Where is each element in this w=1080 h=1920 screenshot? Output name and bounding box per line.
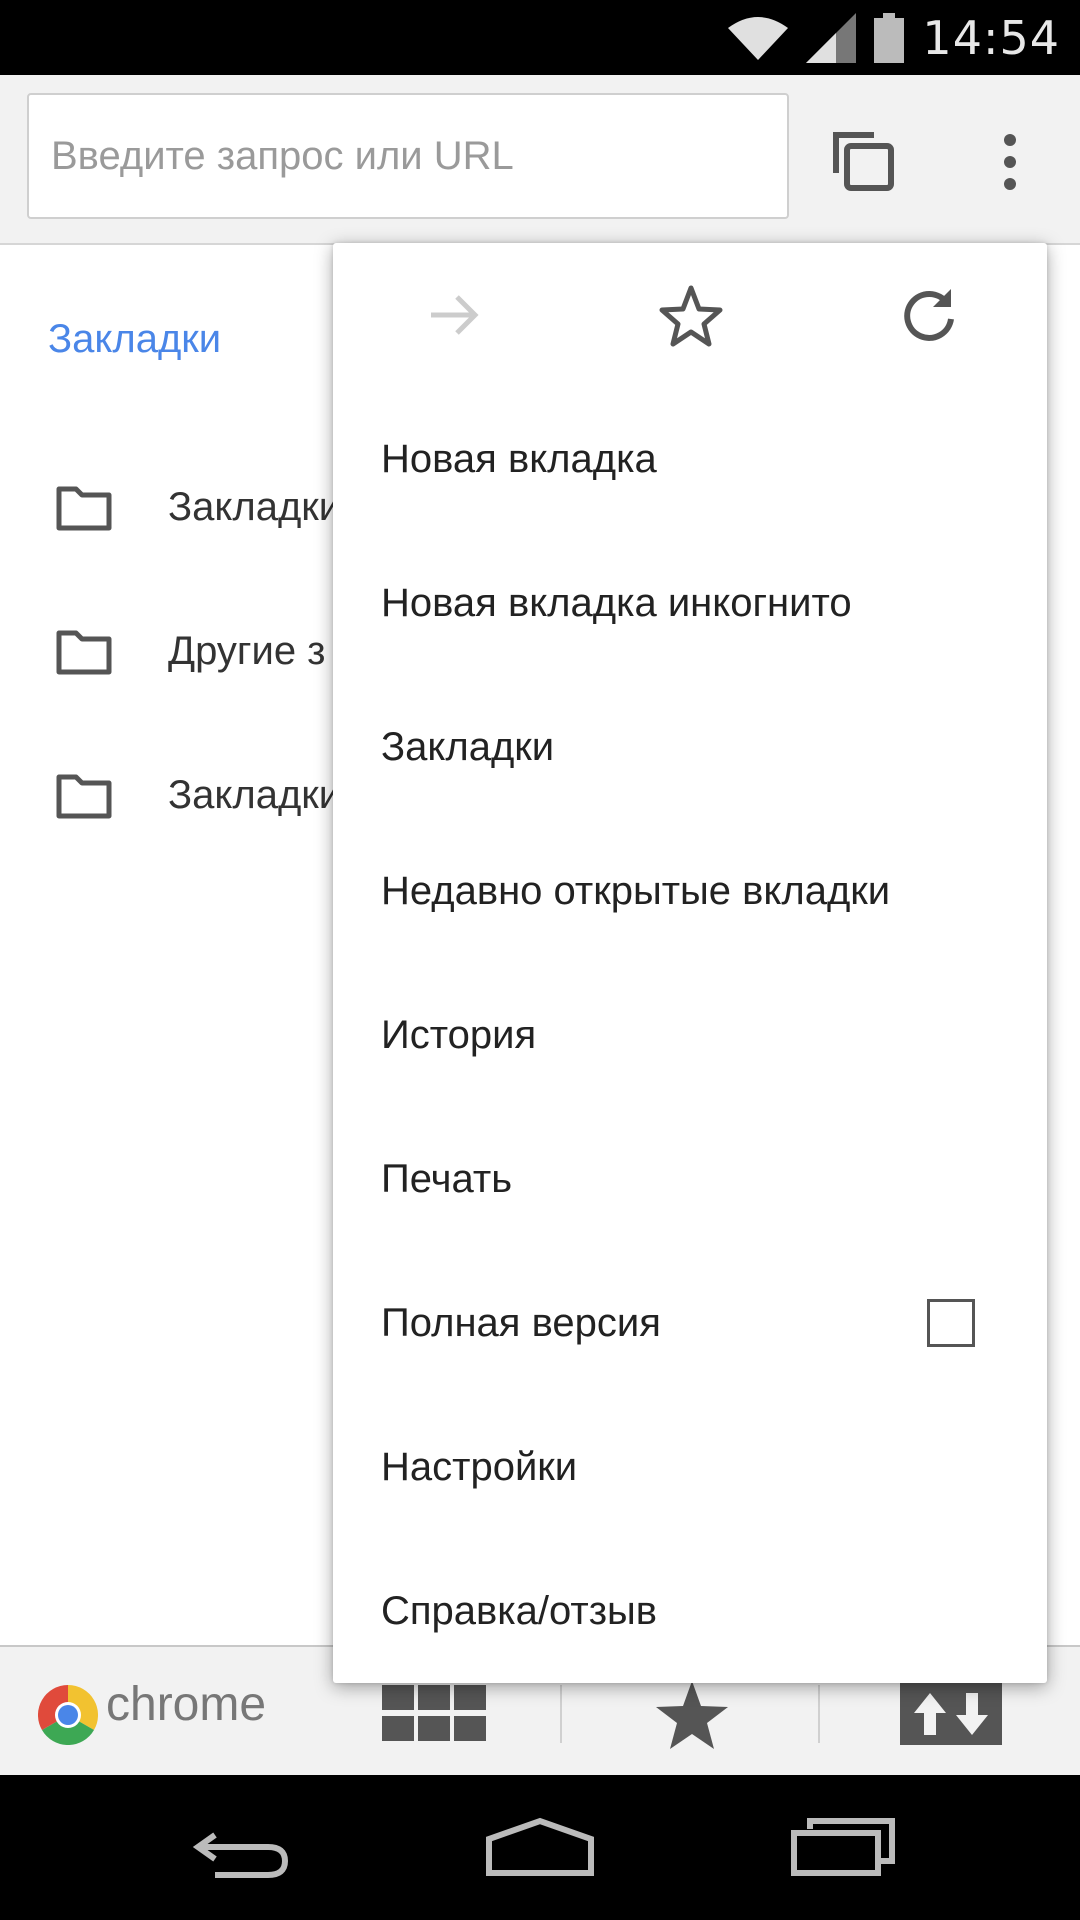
reload-icon[interactable] <box>899 285 959 345</box>
bookmark-folder-label: Закладки <box>168 772 342 817</box>
folder-icon <box>56 630 112 675</box>
menu-item-desktop-version[interactable]: Полная версия <box>333 1251 1047 1395</box>
menu-item-print[interactable]: Печать <box>333 1107 1047 1251</box>
clock: 14:54 <box>922 10 1060 65</box>
folder-icon <box>56 774 112 819</box>
chrome-logo-icon <box>38 1685 98 1745</box>
recent-apps-icon[interactable] <box>790 1817 896 1877</box>
menu-item-label: Справка/отзыв <box>381 1588 658 1633</box>
menu-item-help-feedback[interactable]: Справка/отзыв <box>333 1539 1047 1683</box>
bookmark-folder-label: Закладки <box>168 484 342 529</box>
menu-item-history[interactable]: История <box>333 963 1047 1107</box>
signal-icon <box>806 12 857 63</box>
menu-item-label: Недавно открытые вкладки <box>381 868 891 913</box>
menu-item-settings[interactable]: Настройки <box>333 1395 1047 1539</box>
search-input[interactable] <box>49 132 787 180</box>
omnibox[interactable] <box>27 93 789 219</box>
most-visited-grid-icon[interactable] <box>382 1685 486 1743</box>
overflow-menu-icon[interactable] <box>980 127 1040 197</box>
menu-item-label: Новая вкладка <box>381 436 657 481</box>
forward-icon[interactable] <box>425 285 485 345</box>
bookmarks-star-icon[interactable] <box>656 1681 728 1749</box>
menu-item-bookmarks[interactable]: Закладки <box>333 675 1047 819</box>
overflow-menu: Новая вкладка Новая вкладка инкогнито За… <box>333 243 1047 1683</box>
bookmark-star-icon[interactable] <box>659 285 723 347</box>
menu-item-new-tab[interactable]: Новая вкладка <box>333 387 1047 531</box>
system-nav-bar <box>0 1775 1080 1920</box>
bookmark-folder-label: Другие з <box>168 628 326 673</box>
battery-icon <box>874 12 905 63</box>
back-icon[interactable] <box>190 1825 290 1880</box>
menu-item-recent-tabs[interactable]: Недавно открытые вкладки <box>333 819 1047 963</box>
divider <box>560 1685 562 1743</box>
browser-toolbar <box>0 75 1080 245</box>
desktop-version-checkbox[interactable] <box>927 1299 975 1347</box>
menu-item-label: Новая вкладка инкогнито <box>381 580 852 625</box>
tab-switcher-icon[interactable] <box>830 127 900 197</box>
menu-icon-row <box>333 243 1047 387</box>
divider <box>818 1685 820 1743</box>
bookmarks-heading: Закладки <box>48 317 222 361</box>
menu-item-label: Полная версия <box>381 1300 661 1345</box>
folder-icon <box>56 486 112 531</box>
menu-item-label: История <box>381 1012 537 1057</box>
other-devices-icon[interactable] <box>900 1683 1002 1745</box>
menu-item-label: Печать <box>381 1156 513 1201</box>
status-bar: 14:54 <box>0 0 1080 75</box>
chrome-brand-label: chrome <box>106 1678 267 1731</box>
menu-item-new-incognito-tab[interactable]: Новая вкладка инкогнито <box>333 531 1047 675</box>
wifi-icon <box>728 16 789 60</box>
home-icon[interactable] <box>485 1817 595 1877</box>
menu-item-label: Закладки <box>381 724 555 769</box>
menu-item-label: Настройки <box>381 1444 578 1489</box>
